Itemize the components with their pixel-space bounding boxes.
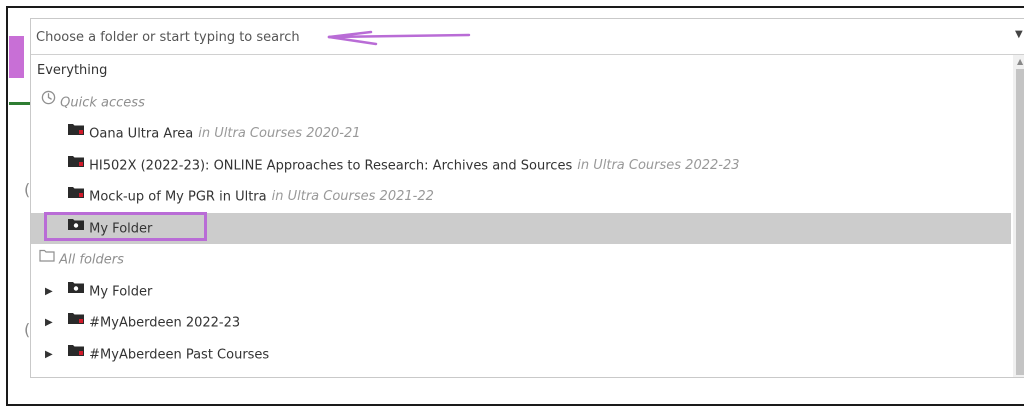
list-item[interactable]: HI502X (2022-23): ONLINE Approaches to R… bbox=[31, 150, 1011, 182]
folder-icon bbox=[67, 306, 85, 338]
section-all-folders: All folders bbox=[31, 244, 1011, 276]
all-folders-label: All folders bbox=[59, 252, 124, 268]
section-quick-access: Quick access bbox=[31, 87, 1011, 119]
folder-name: My Folder bbox=[89, 283, 153, 299]
list-item-everything[interactable]: Everything bbox=[31, 55, 1011, 87]
search-row: ▼ bbox=[31, 19, 1024, 55]
triangle-right-icon[interactable]: ▶ bbox=[45, 339, 53, 371]
triangle-right-icon[interactable]: ▶ bbox=[45, 276, 53, 308]
list-item[interactable]: Oana Ultra Area in Ultra Courses 2020-21 bbox=[31, 118, 1011, 150]
folder-location: in Ultra Courses 2022-23 bbox=[577, 157, 740, 173]
folder-name: HI502X (2022-23): ONLINE Approaches to R… bbox=[89, 157, 573, 173]
tree-item[interactable]: ▶ #MyAberdeen Past Courses bbox=[31, 339, 1011, 371]
clock-icon bbox=[41, 86, 56, 118]
scroll-up-icon[interactable]: ▲ bbox=[1017, 57, 1023, 66]
folder-picker-dropdown: ▼ Everything Quick access Oana Ultra Ar bbox=[30, 18, 1024, 378]
folder-icon bbox=[67, 117, 85, 149]
folder-location: in Ultra Courses 2021-22 bbox=[271, 189, 434, 205]
folder-icon bbox=[67, 338, 85, 370]
tree-item[interactable]: ▶ #MyAberdeen 2022-23 bbox=[31, 307, 1011, 339]
folder-name: My Folder bbox=[89, 220, 153, 236]
folder-icon bbox=[67, 180, 85, 212]
scrollbar-thumb[interactable] bbox=[1016, 69, 1024, 375]
folder-name: #MyAberdeen 2022-23 bbox=[89, 315, 241, 331]
annotation-arrow-icon bbox=[327, 30, 471, 46]
folder-location: in Ultra Courses 2020-21 bbox=[198, 126, 361, 142]
tree-item[interactable]: ▶ My Folder bbox=[31, 276, 1011, 308]
chevron-down-icon[interactable]: ▼ bbox=[1015, 29, 1023, 40]
everything-label: Everything bbox=[37, 63, 108, 78]
folder-icon bbox=[67, 149, 85, 181]
quick-access-label: Quick access bbox=[60, 94, 145, 110]
background-accent-tab bbox=[9, 36, 24, 78]
folder-name: #MyAberdeen Past Courses bbox=[89, 346, 270, 362]
list-item[interactable]: Mock-up of My PGR in Ultra in Ultra Cours… bbox=[31, 181, 1011, 213]
triangle-right-icon[interactable]: ▶ bbox=[45, 307, 53, 339]
background-accent-line bbox=[9, 102, 31, 105]
personal-folder-icon bbox=[67, 275, 85, 307]
folder-outline-icon bbox=[39, 243, 55, 275]
folder-name: Mock-up of My PGR in Ultra bbox=[89, 189, 267, 205]
folder-name: Oana Ultra Area bbox=[89, 126, 194, 142]
list-item-selected[interactable]: My Folder bbox=[31, 212, 1011, 244]
folder-list: Everything Quick access Oana Ultra Area i… bbox=[31, 55, 1011, 370]
personal-folder-icon bbox=[67, 212, 85, 244]
scrollbar[interactable]: ▲ bbox=[1013, 55, 1024, 377]
